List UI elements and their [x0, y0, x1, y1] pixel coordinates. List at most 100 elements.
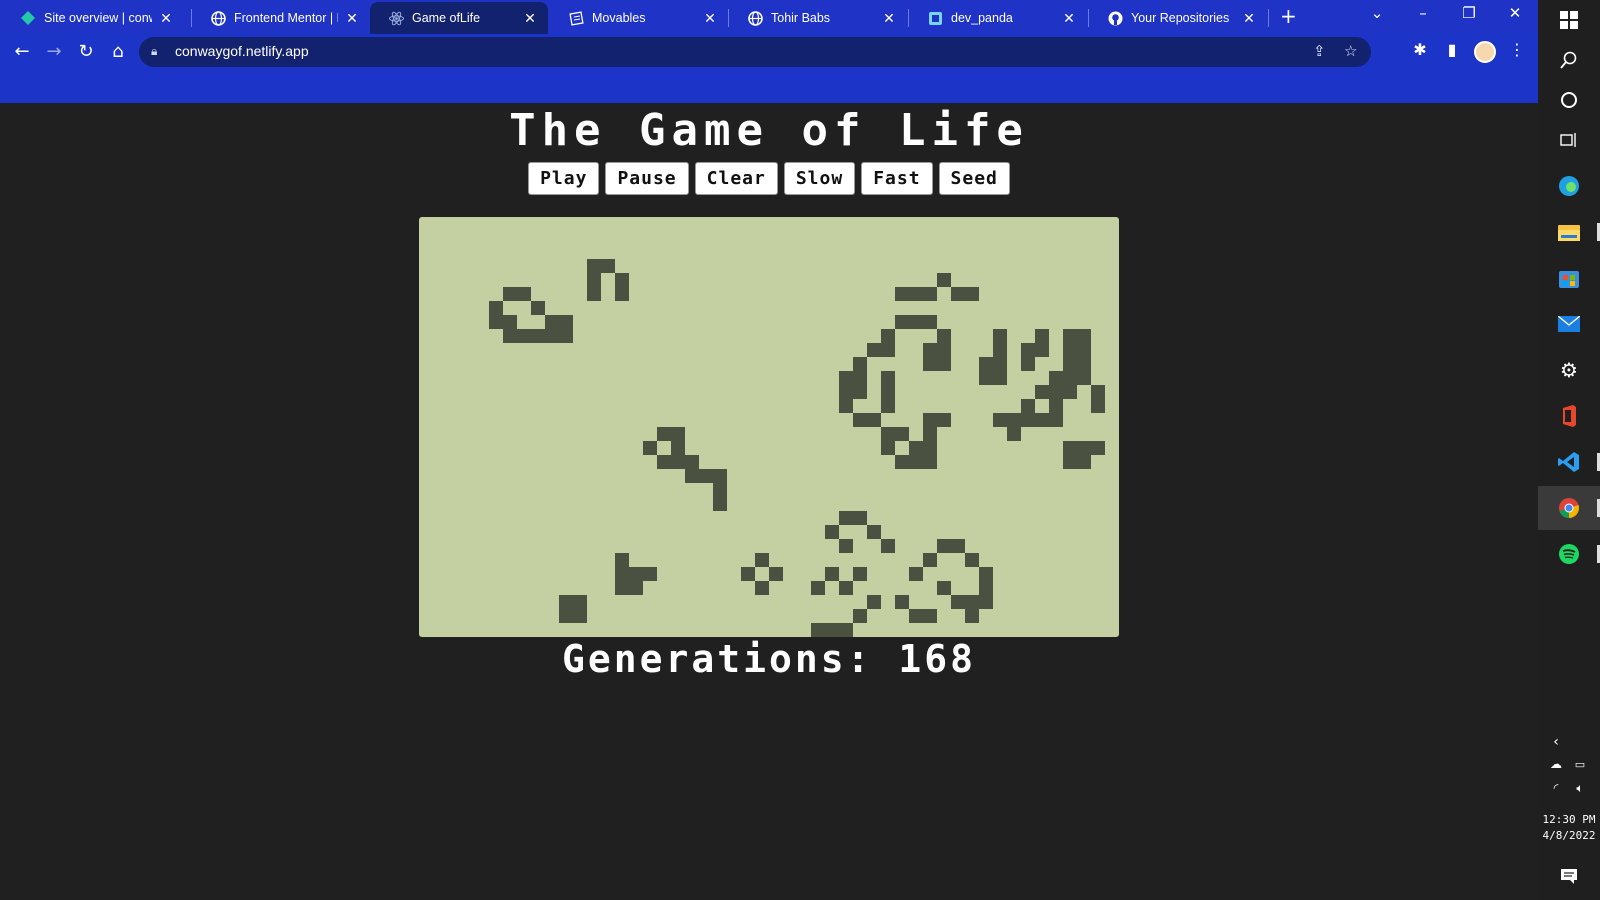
restore-button[interactable]: ❐: [1454, 4, 1484, 22]
live-cell[interactable]: [923, 287, 937, 301]
profile-avatar[interactable]: [1474, 41, 1496, 63]
tab-site-overview[interactable]: Site overview | conwa ✕: [2, 2, 184, 34]
windows-start-icon[interactable]: [1557, 8, 1581, 32]
live-cell[interactable]: [867, 525, 881, 539]
live-cell[interactable]: [923, 441, 937, 455]
live-cell[interactable]: [531, 301, 545, 315]
live-cell[interactable]: [993, 413, 1007, 427]
task-view-icon[interactable]: [1557, 128, 1581, 152]
live-cell[interactable]: [1063, 385, 1077, 399]
live-cell[interactable]: [657, 455, 671, 469]
live-cell[interactable]: [839, 581, 853, 595]
live-cell[interactable]: [923, 315, 937, 329]
live-cell[interactable]: [1091, 399, 1105, 413]
live-cell[interactable]: [965, 595, 979, 609]
live-cell[interactable]: [1049, 413, 1063, 427]
live-cell[interactable]: [979, 567, 993, 581]
live-cell[interactable]: [881, 441, 895, 455]
taskbar-vscode[interactable]: [1538, 440, 1600, 484]
close-icon[interactable]: ✕: [881, 10, 897, 27]
tab-frontend-mentor[interactable]: Frontend Mentor | Ea ✕: [192, 2, 370, 34]
live-cell[interactable]: [937, 343, 951, 357]
live-cell[interactable]: [713, 497, 727, 511]
chevron-left-icon[interactable]: ‹: [1544, 730, 1568, 754]
live-cell[interactable]: [839, 623, 853, 637]
live-cell[interactable]: [853, 567, 867, 581]
taskbar-office[interactable]: [1538, 394, 1600, 438]
home-button[interactable]: ⌂: [106, 40, 130, 64]
live-cell[interactable]: [1063, 371, 1077, 385]
live-cell[interactable]: [965, 553, 979, 567]
tab-your-repositories[interactable]: Your Repositories ✕: [1089, 2, 1267, 34]
live-cell[interactable]: [979, 595, 993, 609]
live-cell[interactable]: [615, 273, 629, 287]
live-cell[interactable]: [853, 413, 867, 427]
live-cell[interactable]: [839, 385, 853, 399]
live-cell[interactable]: [1077, 329, 1091, 343]
live-cell[interactable]: [867, 595, 881, 609]
close-icon[interactable]: ✕: [522, 10, 538, 27]
live-cell[interactable]: [839, 399, 853, 413]
cortana-icon[interactable]: [1557, 88, 1581, 112]
live-cell[interactable]: [909, 455, 923, 469]
live-cell[interactable]: [979, 581, 993, 595]
live-cell[interactable]: [1049, 385, 1063, 399]
live-cell[interactable]: [909, 441, 923, 455]
tab-movables[interactable]: Movables ✕: [550, 2, 728, 34]
live-cell[interactable]: [867, 413, 881, 427]
forward-button[interactable]: →: [42, 40, 66, 64]
live-cell[interactable]: [895, 595, 909, 609]
live-cell[interactable]: [1091, 385, 1105, 399]
live-cell[interactable]: [1035, 413, 1049, 427]
live-cell[interactable]: [531, 329, 545, 343]
live-cell[interactable]: [923, 427, 937, 441]
live-cell[interactable]: [811, 623, 825, 637]
live-cell[interactable]: [517, 287, 531, 301]
live-cell[interactable]: [825, 623, 839, 637]
taskbar-edge[interactable]: [1538, 164, 1600, 208]
live-cell[interactable]: [1035, 329, 1049, 343]
live-cell[interactable]: [895, 315, 909, 329]
back-button[interactable]: ←: [10, 40, 34, 64]
live-cell[interactable]: [769, 567, 783, 581]
live-cell[interactable]: [909, 287, 923, 301]
live-cell[interactable]: [615, 567, 629, 581]
live-cell[interactable]: [755, 581, 769, 595]
live-cell[interactable]: [1063, 329, 1077, 343]
live-cell[interactable]: [937, 539, 951, 553]
live-cell[interactable]: [559, 315, 573, 329]
taskbar-chrome[interactable]: [1538, 486, 1600, 530]
live-cell[interactable]: [839, 511, 853, 525]
live-cell[interactable]: [839, 371, 853, 385]
live-cell[interactable]: [1077, 441, 1091, 455]
live-cell[interactable]: [559, 329, 573, 343]
taskbar-file-explorer[interactable]: [1538, 210, 1600, 254]
live-cell[interactable]: [671, 441, 685, 455]
live-cell[interactable]: [545, 315, 559, 329]
live-cell[interactable]: [937, 273, 951, 287]
tab-tohir-babs[interactable]: Tohir Babs ✕: [729, 2, 907, 34]
extensions-icon[interactable]: ✱: [1408, 40, 1432, 59]
volume-icon[interactable]: 🔈︎: [1568, 776, 1592, 800]
live-cell[interactable]: [713, 469, 727, 483]
live-cell[interactable]: [881, 399, 895, 413]
live-cell[interactable]: [937, 329, 951, 343]
new-tab-button[interactable]: +: [1280, 4, 1297, 28]
live-cell[interactable]: [699, 469, 713, 483]
live-cell[interactable]: [881, 343, 895, 357]
live-cell[interactable]: [545, 329, 559, 343]
live-cell[interactable]: [573, 609, 587, 623]
live-cell[interactable]: [1007, 427, 1021, 441]
seed-button[interactable]: Seed: [938, 162, 1010, 195]
live-cell[interactable]: [923, 609, 937, 623]
live-cell[interactable]: [965, 287, 979, 301]
live-cell[interactable]: [615, 553, 629, 567]
live-cell[interactable]: [587, 287, 601, 301]
live-cell[interactable]: [895, 427, 909, 441]
live-cell[interactable]: [909, 609, 923, 623]
clear-button[interactable]: Clear: [694, 162, 778, 195]
live-cell[interactable]: [755, 553, 769, 567]
slow-button[interactable]: Slow: [783, 162, 856, 195]
live-cell[interactable]: [1063, 455, 1077, 469]
onedrive-icon[interactable]: ☁: [1544, 752, 1568, 776]
